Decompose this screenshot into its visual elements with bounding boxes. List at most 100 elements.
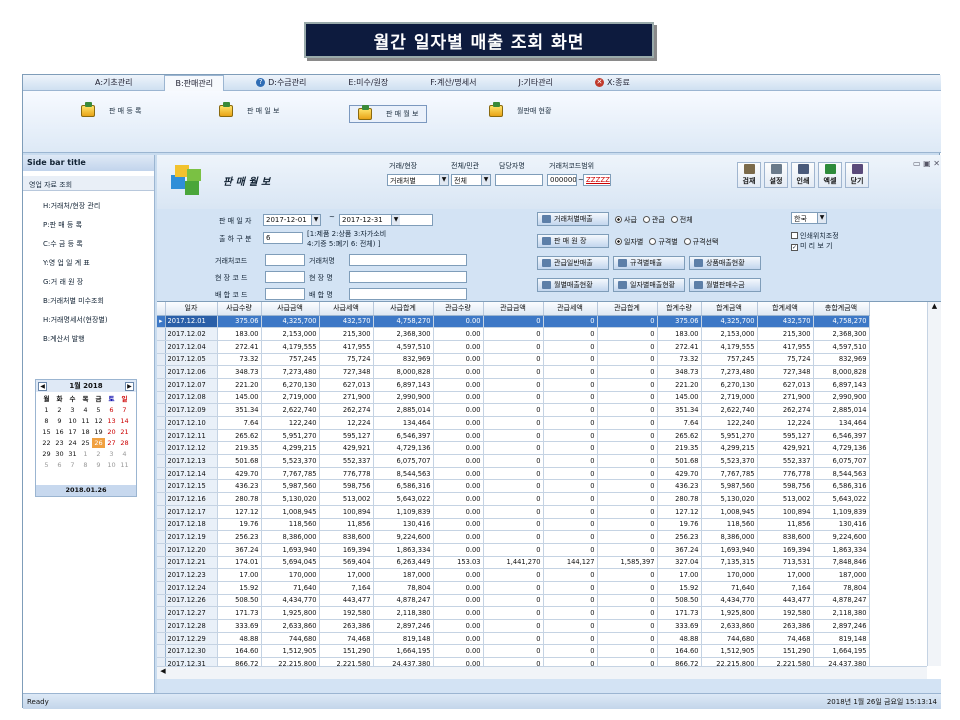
column-header[interactable]: 사급합계 — [373, 302, 434, 316]
monthly-collection-button[interactable]: 월별판매수금 — [689, 278, 761, 292]
table-row[interactable]: 2017.12.12 219.35 4,299,215 429,921 4,729,13… — [157, 441, 870, 456]
calendar-day[interactable]: 30 — [53, 449, 66, 459]
sidebar-item[interactable]: B:거래처별 미수조회 — [23, 292, 154, 311]
vertical-scrollbar[interactable]: ▲ — [927, 302, 941, 666]
gov-sales-button[interactable]: 관급일반매출 — [537, 256, 609, 270]
table-row[interactable]: 2017.12.06 348.73 7,273,480 727,348 8,000,82… — [157, 365, 870, 379]
toolbar-button-0[interactable]: 검재 — [737, 162, 761, 188]
calendar-day[interactable]: 26 — [92, 438, 105, 448]
calendar-day[interactable]: 6 — [105, 405, 118, 415]
window-controls[interactable]: ▭ ▣ ✕ — [913, 159, 940, 168]
manager-input[interactable] — [495, 174, 543, 186]
prev-month-button[interactable]: ◀ — [38, 381, 47, 391]
calendar-day[interactable]: 4 — [79, 405, 92, 415]
calendar-day[interactable]: 3 — [66, 405, 79, 415]
calendar-day[interactable]: 20 — [105, 427, 118, 437]
column-header[interactable]: 총합계금액 — [813, 302, 870, 316]
calendar-day[interactable]: 7 — [118, 405, 131, 415]
table-row[interactable]: 2017.12.04 272.41 4,179,555 417,955 4,597,51… — [157, 340, 870, 354]
toolbar-button-3[interactable]: 엑셀 — [818, 162, 842, 188]
calendar-day[interactable]: 18 — [79, 427, 92, 437]
sidebar-item[interactable]: G:거 래 원 장 — [23, 273, 154, 292]
table-row[interactable]: 2017.12.13 501.68 5,523,370 552,337 6,075,70… — [157, 454, 870, 468]
calendar-day[interactable]: 24 — [66, 438, 79, 448]
ribbon-button-2[interactable]: 판 매 월 보 — [349, 105, 428, 123]
menu-item-0[interactable]: A:기초관리 — [85, 75, 142, 91]
calendar-day[interactable]: 8 — [79, 460, 92, 470]
calendar-day[interactable]: 2 — [92, 449, 105, 459]
calendar-day[interactable]: 28 — [118, 438, 131, 448]
ribbon-button-1[interactable]: 판 매 일 보 — [219, 102, 279, 117]
radio-option[interactable]: 전체 — [670, 216, 693, 224]
next-month-button[interactable]: ▶ — [124, 381, 134, 391]
table-row[interactable]: 2017.12.27 171.73 1,925,800 192,580 2,118,38… — [157, 606, 870, 620]
client-name-input[interactable] — [349, 254, 467, 266]
table-row[interactable]: 2017.12.15 436.23 5,987,560 598,756 6,586,31… — [157, 479, 870, 494]
column-header[interactable]: 관급합계 — [597, 302, 658, 316]
calendar-day[interactable]: 15 — [40, 427, 53, 437]
table-row[interactable]: 2017.12.16 280.78 5,130,020 513,002 5,643,02… — [157, 492, 870, 506]
calendar-today[interactable]: 2018.01.26 — [36, 485, 136, 496]
calendar-day[interactable]: 10 — [66, 416, 79, 426]
sidebar-item[interactable]: B:계산서 발행 — [23, 330, 154, 349]
table-row[interactable]: 2017.12.20 367.24 1,693,940 169,394 1,863,33… — [157, 543, 870, 557]
sidebar-item[interactable]: Y:영 업 일 계 표 — [23, 254, 154, 273]
table-row[interactable]: 2017.12.09 351.34 2,622,740 262,274 2,885,01… — [157, 403, 870, 417]
column-header[interactable]: 사급금액 — [261, 302, 320, 316]
site-name-input[interactable] — [349, 271, 467, 283]
sidebar-item[interactable]: H:거래명세서(현장별) — [23, 311, 154, 330]
client-code-input[interactable] — [265, 254, 305, 266]
table-row[interactable]: 2017.12.08 145.00 2,719,000 271,900 2,990,90… — [157, 391, 870, 405]
table-row[interactable]: 2017.12.18 19.76 118,560 11,856 130,416 0.00 0… — [157, 518, 870, 532]
product-sales-button[interactable]: 상품매출현황 — [689, 256, 761, 270]
ribbon-button-3[interactable]: 월판매 현황 — [489, 102, 551, 117]
table-row[interactable]: ▸ 2017.12.01 375.06 4,325,700 432,570 4,758,2… — [157, 315, 870, 329]
calendar-day[interactable]: 5 — [92, 405, 105, 415]
calendar-day[interactable]: 13 — [105, 416, 118, 426]
column-header[interactable]: 사급세액 — [319, 302, 374, 316]
calendar-day[interactable]: 10 — [105, 460, 118, 470]
radio-option[interactable]: 규격선택 — [683, 238, 718, 246]
column-header[interactable]: 합계수량 — [657, 302, 702, 316]
toolbar-button-1[interactable]: 설정 — [764, 162, 788, 188]
menu-item-3[interactable]: E:미수/원장 — [338, 75, 398, 91]
column-header[interactable]: 합계세액 — [757, 302, 814, 316]
table-row[interactable]: 2017.12.05 73.32 757,245 75,724 832,969 0.00 0… — [157, 353, 870, 367]
table-row[interactable]: 2017.12.17 127.12 1,008,945 100,894 1,109,83… — [157, 505, 870, 519]
calendar-day[interactable]: 12 — [92, 416, 105, 426]
radio-option[interactable]: 일자별 — [615, 238, 643, 246]
toolbar-button-2[interactable]: 인쇄 — [791, 162, 815, 188]
calendar-day[interactable]: 5 — [40, 460, 53, 470]
table-row[interactable]: 2017.12.28 333.69 2,633,860 263,386 2,897,24… — [157, 619, 870, 633]
table-row[interactable]: 2017.12.19 256.23 8,386,000 838,600 9,224,60… — [157, 530, 870, 544]
sidebar-item[interactable]: H:거래처/현장 관리 — [23, 197, 154, 216]
calendar-day[interactable]: 11 — [118, 460, 131, 470]
sidebar-group-header[interactable]: 영업 자료 조회 — [23, 175, 154, 191]
table-row[interactable]: 2017.12.21 174.01 5,694,045 569,404 6,263,44… — [157, 556, 870, 570]
calendar-day[interactable]: 2 — [53, 405, 66, 415]
by-client-sales-button[interactable]: 거래처별매출 — [537, 212, 609, 226]
calendar-day[interactable]: 22 — [40, 438, 53, 448]
calendar-day[interactable]: 17 — [66, 427, 79, 437]
column-header[interactable]: 합계금액 — [701, 302, 758, 316]
by-spec-sales-button[interactable]: 규격별매출 — [613, 256, 685, 270]
language-select[interactable]: 한국 ▼ — [791, 212, 827, 224]
mix-code-input[interactable] — [265, 288, 305, 300]
radio-option[interactable]: 규격별 — [649, 238, 678, 246]
calendar-day[interactable]: 8 — [40, 416, 53, 426]
monthly-sales-button[interactable]: 월별매출현황 — [537, 278, 609, 292]
client-code-to-input[interactable]: ZZZZZ — [583, 174, 611, 186]
calendar-day[interactable]: 1 — [79, 449, 92, 459]
sidebar-item[interactable]: P:판 매 등 록 — [23, 216, 154, 235]
toolbar-button-4[interactable]: 닫기 — [845, 162, 869, 188]
site-code-input[interactable] — [265, 271, 305, 283]
calendar-day[interactable]: 27 — [105, 438, 118, 448]
table-row[interactable]: 2017.12.14 429.70 7,767,785 776,778 8,544,56… — [157, 467, 870, 481]
column-header[interactable]: 사급수량 — [217, 302, 262, 316]
calendar-day[interactable]: 3 — [105, 449, 118, 459]
table-row[interactable]: 2017.12.29 48.88 744,680 74,468 819,148 0.00 0… — [157, 632, 870, 646]
table-row[interactable]: 2017.12.30 164.60 1,512,905 151,290 1,664,19… — [157, 644, 870, 659]
print-adjust-checkbox[interactable]: 인쇄위치조정 — [791, 231, 839, 241]
menu-item-1[interactable]: B:판매관리 — [164, 74, 225, 91]
calendar-day[interactable]: 7 — [66, 460, 79, 470]
